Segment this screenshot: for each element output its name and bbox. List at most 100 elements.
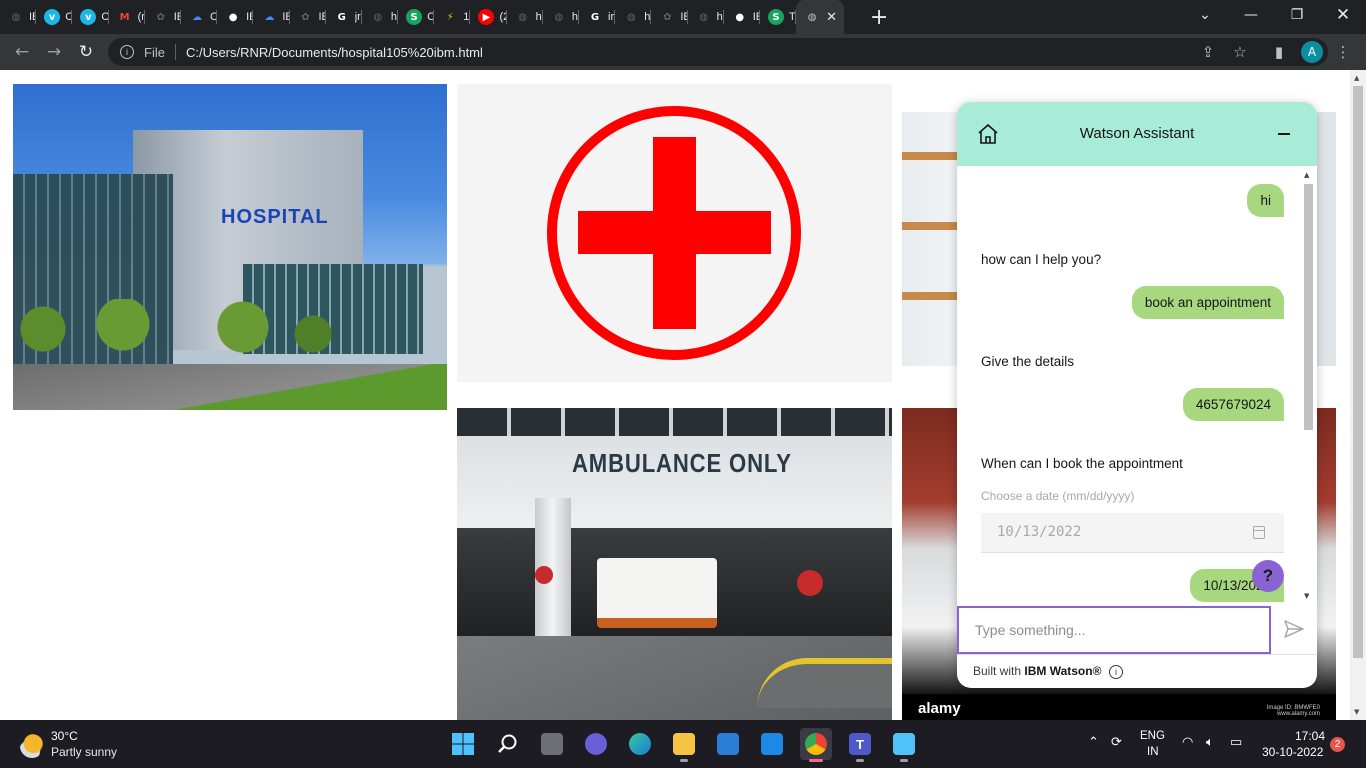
region-indicator[interactable]: IN	[1147, 746, 1159, 758]
vimeo-icon: v	[44, 9, 61, 25]
assistant-title: Watson Assistant	[1079, 125, 1195, 142]
chat-icon[interactable]	[580, 728, 612, 760]
browser-tab[interactable]: ⚡ 1:	[434, 0, 471, 34]
reload-button[interactable]: ↻	[70, 36, 102, 68]
start-icon[interactable]	[447, 728, 479, 760]
scroll-up-arrow[interactable]: ▲	[1354, 74, 1359, 82]
task-view-icon[interactable]	[536, 728, 568, 760]
browser-tab[interactable]: ◍ h	[543, 0, 580, 34]
user-message: book an appointment	[1131, 286, 1284, 319]
browser-tab[interactable]: ◍ h	[362, 0, 399, 34]
close-window-button[interactable]: ✕	[1320, 0, 1366, 30]
weather-temperature[interactable]: 30°C	[51, 729, 78, 743]
side-panel-icon[interactable]: ▮	[1268, 41, 1290, 63]
weather-sun-cloud-icon[interactable]	[20, 734, 44, 758]
sync-icon[interactable]: ⟳	[1111, 734, 1122, 750]
menu-kebab-icon[interactable]: ⋮	[1332, 41, 1354, 63]
minimize-button[interactable]: —	[1228, 0, 1274, 30]
close-tab-icon[interactable]: ✕	[826, 10, 837, 25]
calendar-icon[interactable]	[1253, 526, 1265, 539]
watermark-bar: alamy Image ID: BMWFE0 www.alamy.com	[902, 694, 1336, 720]
battery-icon[interactable]: ▭	[1230, 734, 1242, 750]
profile-avatar[interactable]: A	[1301, 41, 1323, 63]
browser-toolbar: ← → ↻ i File C:/Users/RNR/Documents/hosp…	[0, 34, 1366, 70]
clock-date[interactable]: 30-10-2022	[1262, 745, 1323, 759]
send-icon[interactable]	[1283, 618, 1305, 640]
scrollbar-thumb[interactable]	[1353, 86, 1363, 658]
browser-tab[interactable]: S Ta	[760, 0, 797, 34]
browser-tab[interactable]: ✿ IE	[145, 0, 182, 34]
store-icon[interactable]	[712, 728, 744, 760]
browser-tab[interactable]: ☁ C	[181, 0, 218, 34]
site-info-icon[interactable]: i	[120, 45, 134, 59]
scroll-down-arrow[interactable]: ▼	[1354, 708, 1359, 716]
message-input-box[interactable]	[957, 606, 1271, 654]
browser-tab[interactable]: SC	[398, 0, 435, 34]
share-icon[interactable]: ⇪	[1197, 41, 1219, 63]
file-explorer-icon[interactable]	[668, 728, 700, 762]
restore-button[interactable]: ❐	[1274, 0, 1320, 30]
chrome-icon[interactable]	[800, 728, 832, 762]
browser-tab[interactable]: vC	[72, 0, 109, 34]
globe-icon: ◍	[518, 11, 527, 23]
browser-tab[interactable]: ◍ h	[615, 0, 652, 34]
back-button[interactable]: ←	[6, 36, 38, 68]
forward-button[interactable]: →	[38, 36, 70, 68]
weather-description[interactable]: Partly sunny	[51, 745, 117, 759]
bot-message: When can I book the appointment	[981, 456, 1183, 471]
user-message: hi	[1247, 184, 1284, 217]
edge-icon[interactable]	[624, 728, 656, 760]
browser-tab[interactable]: Gir	[579, 0, 616, 34]
date-picker-input[interactable]: 10/13/2022	[981, 513, 1284, 553]
teams-icon[interactable]: T	[844, 728, 876, 762]
github-icon: ●	[228, 11, 238, 23]
volume-icon[interactable]: 🔈︎	[1206, 734, 1214, 750]
browser-tab[interactable]: ◍ IE	[0, 0, 37, 34]
show-hidden-icons-chevron-icon[interactable]: ⌃	[1088, 734, 1099, 750]
browser-tab[interactable]: ▶ (2	[470, 0, 507, 34]
browser-tab[interactable]: ◍ h	[688, 0, 724, 34]
chat-scroll-up-arrow[interactable]: ▲	[1304, 171, 1309, 179]
mail-icon[interactable]	[756, 728, 788, 760]
ibm-watson-brand: IBM Watson®	[1024, 664, 1102, 678]
globe-icon: ◍	[373, 11, 383, 23]
bookmark-star-icon[interactable]: ☆	[1229, 41, 1251, 63]
message-input[interactable]	[959, 608, 1269, 652]
language-indicator[interactable]: ENG	[1140, 730, 1165, 742]
wifi-icon[interactable]: ◠	[1182, 734, 1193, 750]
browser-tab[interactable]: ◍ h	[507, 0, 544, 34]
shelf	[902, 152, 962, 160]
page-scrollbar[interactable]: ▲ ▼	[1350, 70, 1366, 720]
browser-tab[interactable]: vC	[36, 0, 73, 34]
browser-tab[interactable]: ☁ IE	[253, 0, 290, 34]
chat-scroll-down-arrow[interactable]: ▼	[1304, 592, 1309, 600]
google-icon: G	[337, 11, 346, 23]
help-icon[interactable]: ?	[1252, 560, 1284, 592]
browser-tab[interactable]: ✿ IE	[651, 0, 688, 34]
notepad-icon[interactable]	[888, 728, 920, 762]
notification-badge[interactable]: 2	[1330, 737, 1345, 752]
tab-label: h	[644, 11, 651, 23]
active-browser-tab[interactable]: ◍ ✕	[796, 0, 845, 34]
chrome-glyph	[805, 733, 827, 755]
search-icon[interactable]	[492, 728, 524, 760]
ambulance-sign: AMBULANCE ONLY	[572, 448, 792, 478]
chat-scrollbar-thumb[interactable]	[1304, 184, 1313, 430]
browser-tab[interactable]: ● IE	[217, 0, 254, 34]
browser-tab[interactable]: M (r	[109, 0, 145, 34]
browser-tab[interactable]: ✿ IE	[290, 0, 326, 34]
browser-tab[interactable]: Gjr	[326, 0, 363, 34]
globe-icon: ◍	[554, 11, 564, 23]
tab-search-button[interactable]: ⌄	[1182, 0, 1228, 30]
url-text[interactable]: C:/Users/RNR/Documents/hospital105%20ibm…	[186, 45, 483, 60]
minimize-chat-icon[interactable]	[1278, 133, 1290, 135]
address-bar[interactable]: i File C:/Users/RNR/Documents/hospital10…	[108, 38, 1328, 66]
notepad-glyph	[893, 733, 915, 755]
info-icon[interactable]: i	[1109, 665, 1123, 679]
chat-glyph	[585, 733, 607, 755]
chat-scrollbar[interactable]: ▲ ▼	[1302, 166, 1314, 606]
browser-tab[interactable]: ● IE	[724, 0, 761, 34]
new-tab-button[interactable]: +	[864, 2, 894, 32]
tab-label: C	[65, 11, 73, 23]
clock-time[interactable]: 17:04	[1295, 729, 1325, 743]
